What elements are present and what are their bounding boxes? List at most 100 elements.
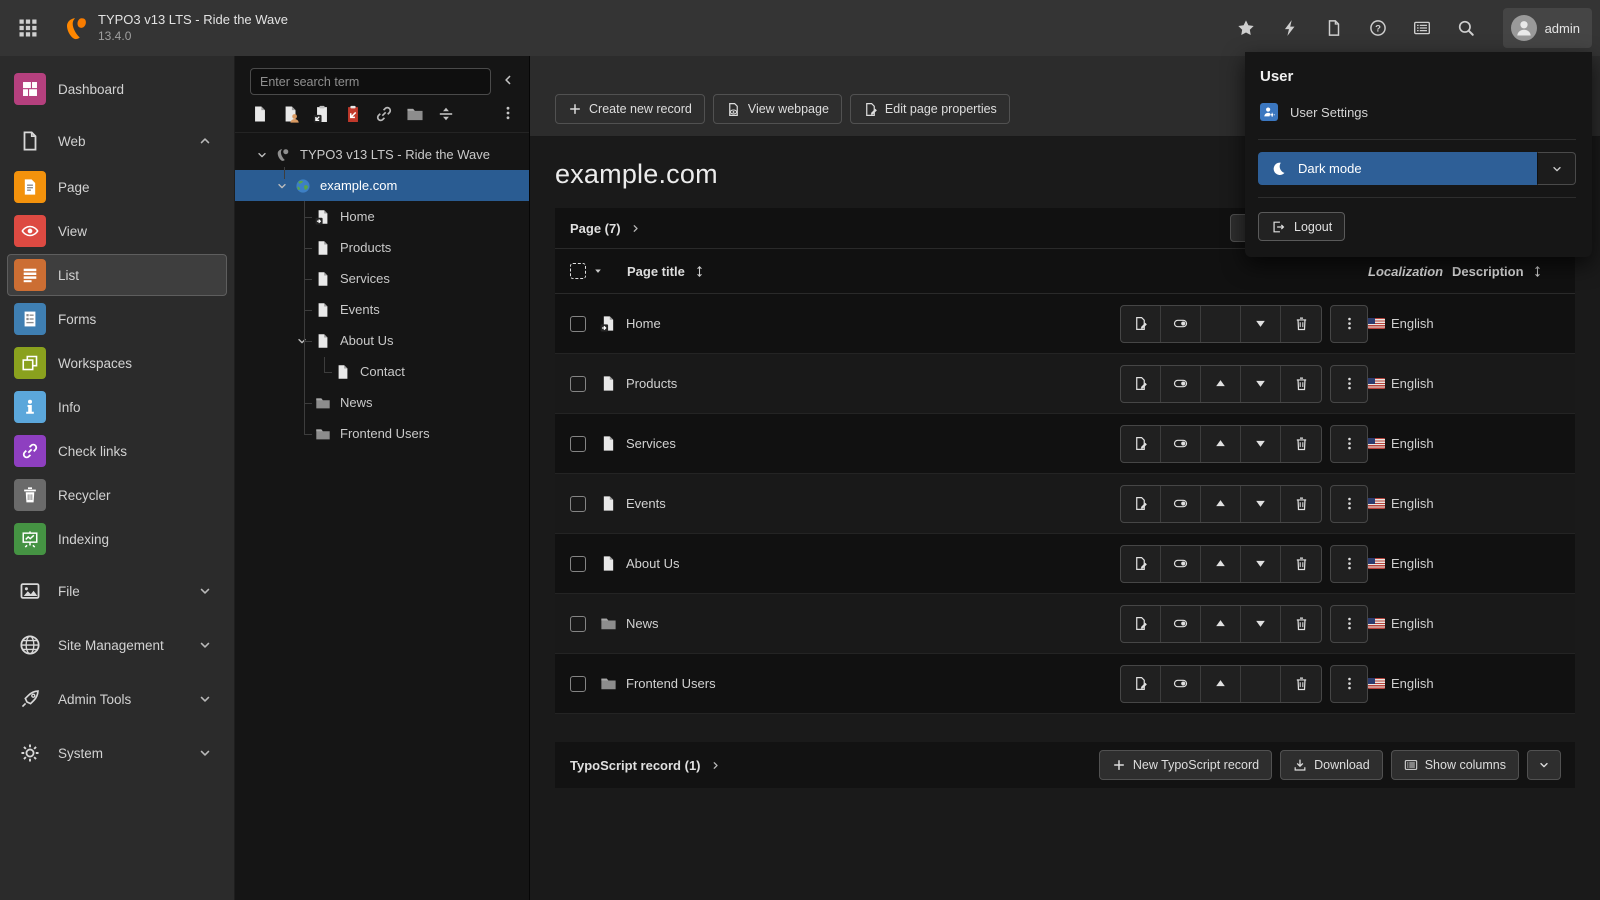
tree-node-news[interactable]: News [235,387,529,418]
toolbar-clear-cache-button[interactable] [1279,17,1301,39]
tree-toolbar-paste-button[interactable] [313,105,331,123]
typoscript-section-title[interactable]: TypoScript record (1) [570,758,701,773]
tree-node-about-us[interactable]: About Us [235,325,529,356]
move-up-button[interactable] [1201,366,1241,402]
sidebar-item-check-links[interactable]: Check links [7,430,227,472]
tree-more-button[interactable] [499,105,517,123]
download-button[interactable]: Download [1280,750,1383,780]
tree-node-example-com[interactable]: example.com [235,170,529,201]
row-checkbox[interactable] [570,616,586,632]
delete-record-button[interactable] [1281,306,1321,342]
move-down-button[interactable] [1241,546,1281,582]
move-up-button[interactable] [1201,546,1241,582]
edit-page-properties-button[interactable]: Edit page properties [850,94,1010,124]
edit-record-button[interactable] [1121,426,1161,462]
hide-record-button[interactable] [1161,666,1201,702]
sidebar-item-indexing[interactable]: Indexing [7,518,227,560]
sidebar-item-admin-tools[interactable]: Admin Tools [7,676,227,722]
hide-record-button[interactable] [1161,306,1201,342]
sidebar-item-system[interactable]: System [7,730,227,776]
chevron-down-icon[interactable] [253,146,271,164]
view-webpage-button[interactable]: View webpage [713,94,842,124]
sidebar-item-workspaces[interactable]: Workspaces [7,342,227,384]
row-checkbox[interactable] [570,676,586,692]
more-options-button[interactable] [1330,485,1368,523]
move-down-button[interactable] [1241,606,1281,642]
sidebar-item-site-management[interactable]: Site Management [7,622,227,668]
edit-record-button[interactable] [1121,486,1161,522]
tree-node-frontend-users[interactable]: Frontend Users [235,418,529,449]
row-checkbox[interactable] [570,436,586,452]
caret-down-icon[interactable] [593,266,603,276]
move-up-button[interactable] [1201,426,1241,462]
hide-record-button[interactable] [1161,606,1201,642]
tree-node-products[interactable]: Products [235,232,529,263]
row-checkbox[interactable] [570,316,586,332]
more-options-button[interactable] [1330,305,1368,343]
tree-toolbar-new-page-drag-button[interactable] [282,105,300,123]
dark-mode-dropdown-toggle[interactable] [1537,152,1576,185]
edit-record-button[interactable] [1121,306,1161,342]
toolbar-help-button[interactable]: ? [1367,17,1389,39]
delete-record-button[interactable] [1281,666,1321,702]
tree-toolbar-new-page-button[interactable] [251,105,269,123]
delete-record-button[interactable] [1281,606,1321,642]
column-description[interactable]: Description [1452,264,1560,279]
new-typoscript-record-button[interactable]: New TypoScript record [1099,750,1272,780]
select-all-checkbox[interactable] [570,263,586,279]
row-checkbox[interactable] [570,556,586,572]
sidebar-item-file[interactable]: File [7,568,227,614]
hide-record-button[interactable] [1161,546,1201,582]
edit-record-button[interactable] [1121,666,1161,702]
toolbar-bookmarks-button[interactable] [1235,17,1257,39]
move-up-button[interactable] [1201,486,1241,522]
tree-toolbar-link-button[interactable] [375,105,393,123]
delete-record-button[interactable] [1281,486,1321,522]
move-up-button[interactable] [1201,606,1241,642]
edit-record-button[interactable] [1121,606,1161,642]
row-checkbox[interactable] [570,496,586,512]
tree-node-home[interactable]: Home [235,201,529,232]
tree-toolbar-paste-special-button[interactable] [344,105,362,123]
tree-node-typo3-v13-lts-ride-the-wave[interactable]: TYPO3 v13 LTS - Ride the Wave [235,139,529,170]
toolbar-opendocs-button[interactable] [1323,17,1345,39]
hide-record-button[interactable] [1161,486,1201,522]
tree-node-contact[interactable]: Contact [235,356,529,387]
tree-toolbar-folder-button[interactable] [406,105,424,123]
delete-record-button[interactable] [1281,426,1321,462]
sidebar-item-recycler[interactable]: Recycler [7,474,227,516]
move-down-button[interactable] [1241,366,1281,402]
collapse-tree-button[interactable] [499,73,517,91]
row-checkbox[interactable] [570,376,586,392]
sidebar-item-info[interactable]: Info [7,386,227,428]
app-grid-button[interactable] [8,8,48,48]
chevron-down-icon[interactable] [273,177,291,195]
move-down-button[interactable] [1241,426,1281,462]
sidebar-item-list[interactable]: List [7,254,227,296]
tree-node-events[interactable]: Events [235,294,529,325]
edit-record-button[interactable] [1121,366,1161,402]
page-section-title[interactable]: Page (7) [570,221,621,236]
sidebar-item-dashboard[interactable]: Dashboard [7,68,227,110]
logout-button[interactable]: Logout [1258,212,1345,241]
delete-record-button[interactable] [1281,546,1321,582]
more-options-button[interactable] [1330,605,1368,643]
column-page-title[interactable]: Page title [627,264,706,279]
dark-mode-button[interactable]: Dark mode [1258,152,1537,185]
more-options-button[interactable] [1330,665,1368,703]
user-settings-item[interactable]: User Settings [1258,101,1576,127]
user-menu-button[interactable]: admin [1503,8,1592,48]
tree-node-services[interactable]: Services [235,263,529,294]
edit-record-button[interactable] [1121,546,1161,582]
tree-search-input[interactable] [250,68,491,95]
hide-record-button[interactable] [1161,366,1201,402]
move-down-button[interactable] [1241,306,1281,342]
sidebar-item-forms[interactable]: Forms [7,298,227,340]
toolbar-backend-log-button[interactable] [1411,17,1433,39]
sidebar-item-page[interactable]: Page [7,166,227,208]
move-down-button[interactable] [1241,486,1281,522]
toolbar-search-button[interactable] [1455,17,1477,39]
create-new-record-button[interactable]: Create new record [555,94,705,124]
show-columns-button[interactable]: Show columns [1391,750,1519,780]
sidebar-item-web[interactable]: Web [7,118,227,164]
